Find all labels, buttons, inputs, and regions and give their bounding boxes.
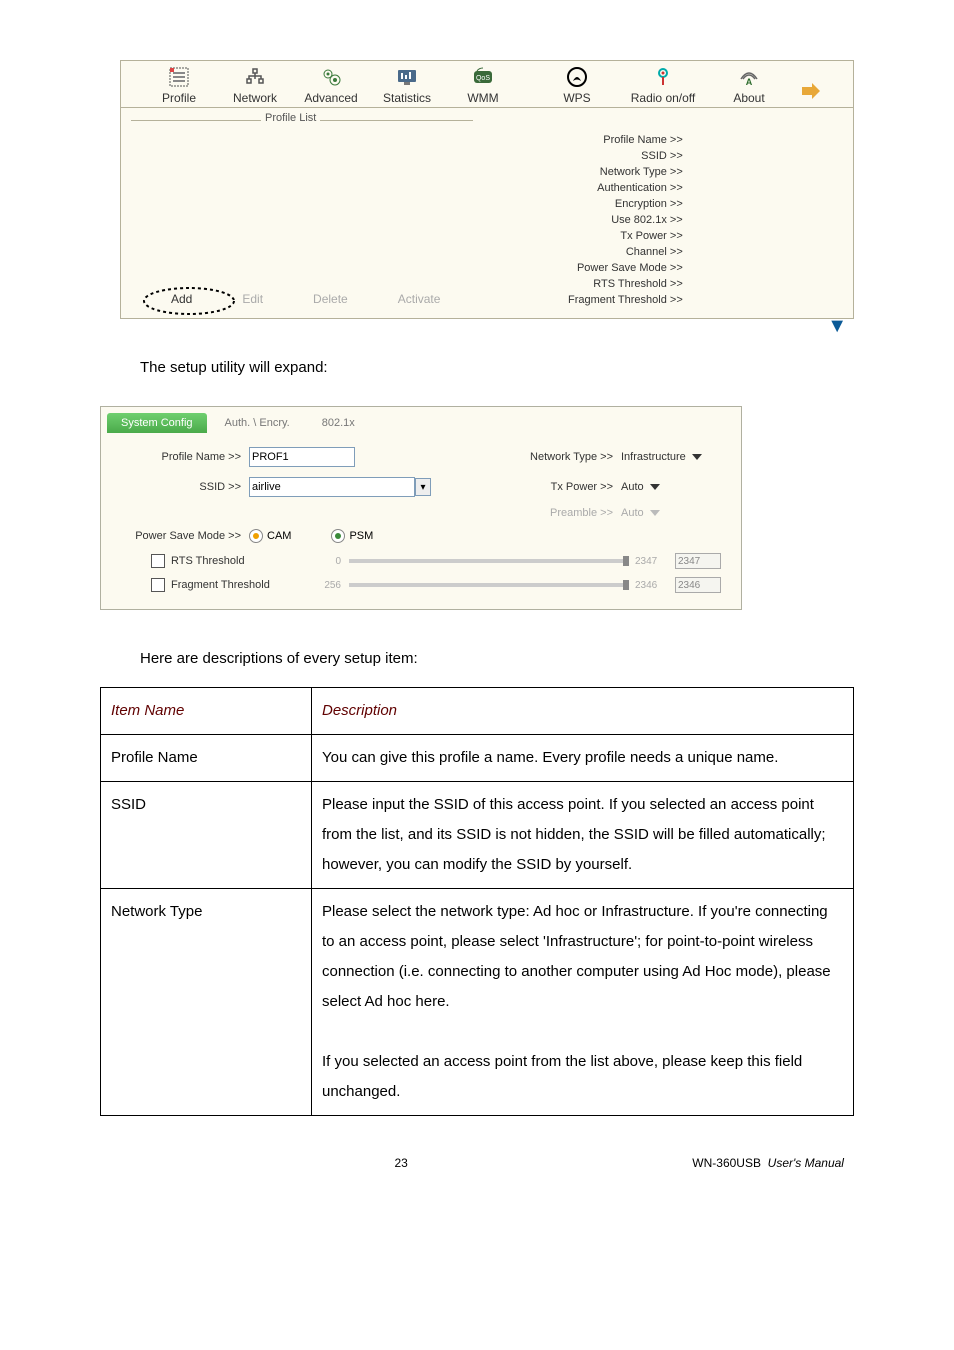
add-button[interactable]: Add [161, 290, 202, 308]
fragment-threshold-checkbox[interactable] [151, 578, 165, 592]
tab-auth-encry[interactable]: Auth. \ Encry. [211, 413, 304, 433]
row-item: Network Type [101, 889, 312, 1116]
toolbar-advanced[interactable]: Advanced [293, 65, 369, 105]
profile-info: Profile Name >> SSID >> Network Type >> … [473, 108, 843, 308]
svg-text:A: A [746, 77, 753, 87]
profile-name-input[interactable] [249, 447, 355, 467]
delete-button[interactable]: Delete [303, 290, 358, 308]
frag-max: 2346 [635, 580, 665, 591]
toolbar-wps[interactable]: WPS [539, 65, 615, 105]
edit-button[interactable]: Edit [232, 290, 273, 308]
tab-8021x[interactable]: 802.1x [308, 413, 369, 433]
profile-list-label: Profile List [261, 112, 320, 124]
info-use-8021x: Use 802.1x >> [611, 214, 683, 226]
info-power-save: Power Save Mode >> [577, 262, 683, 274]
psm-cam-radio[interactable]: CAM [249, 529, 291, 543]
table-header-item: Item Name [101, 688, 312, 735]
frag-value-input[interactable] [675, 577, 721, 593]
info-authentication: Authentication >> [597, 182, 683, 194]
tab-system-config[interactable]: System Config [107, 413, 207, 433]
psm-psm-radio[interactable]: PSM [331, 529, 373, 543]
activate-button[interactable]: Activate [388, 290, 451, 308]
rts-slider[interactable] [349, 559, 627, 563]
svg-text:QoS: QoS [476, 75, 490, 82]
network-type-select[interactable]: Infrastructure [621, 451, 721, 463]
table-header-desc: Description [312, 688, 854, 735]
radio-icon [651, 65, 675, 89]
network-type-label: Network Type >> [513, 451, 621, 463]
expand-text: The setup utility will expand: [140, 359, 814, 376]
gear-icon [319, 65, 343, 89]
toolbar-profile[interactable]: Profile [141, 65, 217, 105]
sysconfig-tabs: System Config Auth. \ Encry. 802.1x [101, 407, 741, 433]
preamble-select: Auto [621, 507, 721, 519]
row-desc: Please input the SSID of this access poi… [312, 782, 854, 889]
info-network-type: Network Type >> [600, 166, 683, 178]
fragment-threshold-label: Fragment Threshold [171, 579, 301, 591]
wmm-icon: QoS [471, 65, 495, 89]
psm-label: Power Save Mode >> [121, 530, 249, 542]
info-encryption: Encryption >> [615, 198, 683, 210]
table-row: Network Type Please select the network t… [101, 889, 854, 1116]
frag-min: 256 [301, 580, 341, 591]
toolbar-statistics[interactable]: Statistics [369, 65, 445, 105]
rts-threshold-label: RTS Threshold [171, 555, 301, 567]
arrow-right-icon [798, 79, 822, 103]
toolbar-about[interactable]: A About [711, 65, 787, 105]
statistics-icon [395, 65, 419, 89]
profile-panel: Profile List Add Edit Delete Activate Pr… [120, 107, 854, 319]
description-table: Item Name Description Profile Name You c… [100, 687, 854, 1116]
toolbar-next[interactable] [787, 65, 833, 105]
system-config-panel: System Config Auth. \ Encry. 802.1x Prof… [100, 406, 742, 610]
wps-icon [565, 65, 589, 89]
info-fragment: Fragment Threshold >> [568, 294, 683, 306]
rts-min: 0 [301, 556, 341, 567]
preamble-label: Preamble >> [513, 507, 621, 519]
profile-name-label: Profile Name >> [121, 451, 249, 463]
row-item: Profile Name [101, 735, 312, 782]
toolbar-wmm[interactable]: QoS WMM [445, 65, 521, 105]
row-desc: You can give this profile a name. Every … [312, 735, 854, 782]
profile-icon [167, 65, 191, 89]
footer-title: WN-360USB User's Manual [692, 1156, 844, 1170]
toolbar-network[interactable]: Network [217, 65, 293, 105]
network-icon [243, 65, 267, 89]
row-item: SSID [101, 782, 312, 889]
profile-list: Profile List Add Edit Delete Activate [131, 108, 473, 308]
ssid-label: SSID >> [121, 481, 249, 493]
ssid-input[interactable] [249, 477, 415, 497]
about-icon: A [737, 65, 761, 89]
tx-power-label: Tx Power >> [513, 481, 621, 493]
ssid-dropdown-arrow[interactable]: ▾ [415, 478, 431, 496]
info-profile-name: Profile Name >> [603, 134, 682, 146]
expand-arrow-icon[interactable]: ▼ [827, 316, 847, 336]
info-rts: RTS Threshold >> [593, 278, 682, 290]
toolbar-radio[interactable]: Radio on/off [615, 65, 711, 105]
info-channel: Channel >> [626, 246, 683, 258]
row-desc: Please select the network type: Ad hoc o… [312, 889, 854, 1116]
info-tx-power: Tx Power >> [620, 230, 682, 242]
rts-threshold-checkbox[interactable] [151, 554, 165, 568]
rts-value-input[interactable] [675, 553, 721, 569]
main-toolbar: Profile Network Advanced Statistics QoS … [120, 60, 854, 107]
rts-max: 2347 [635, 556, 665, 567]
frag-slider[interactable] [349, 583, 627, 587]
table-row: SSID Please input the SSID of this acces… [101, 782, 854, 889]
page-footer: 23 WN-360USB User's Manual [100, 1156, 854, 1170]
info-ssid: SSID >> [641, 150, 683, 162]
profile-buttons: Add Edit Delete Activate [131, 290, 473, 308]
page-number: 23 [394, 1156, 407, 1170]
tx-power-select[interactable]: Auto [621, 481, 721, 493]
descriptions-text: Here are descriptions of every setup ite… [140, 650, 814, 667]
table-row: Profile Name You can give this profile a… [101, 735, 854, 782]
